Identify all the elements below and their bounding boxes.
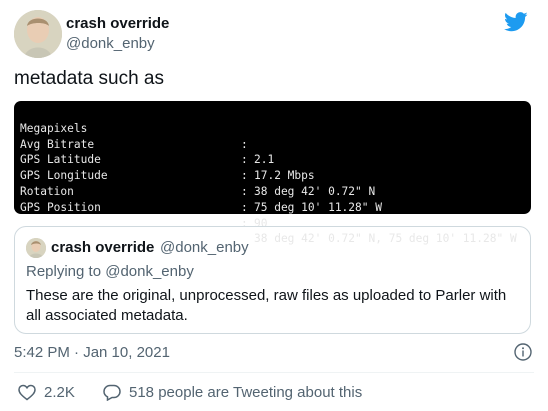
tweet-card: crash override @donk_enby metadata such … <box>0 0 548 411</box>
comment-icon[interactable] <box>103 384 121 401</box>
quoted-tweet[interactable]: crash override @donk_enby Replying to @d… <box>14 226 531 334</box>
tweet-timestamp[interactable]: 5:42 PM · Jan 10, 2021 <box>14 344 170 361</box>
heart-icon[interactable] <box>18 384 36 401</box>
author-avatar[interactable] <box>14 10 62 58</box>
metadata-row: GPS Position : 38 deg 42' 0.72" N, 75 de… <box>20 184 525 246</box>
quoted-tweet-text: These are the original, unprocessed, raw… <box>26 287 507 324</box>
twitter-bird-icon[interactable] <box>504 12 528 32</box>
author-name[interactable]: crash override <box>66 15 169 32</box>
divider <box>14 372 534 373</box>
info-icon[interactable] <box>514 343 532 361</box>
metadata-row: Rotation : 90 <box>20 168 525 230</box>
tweet-text: metadata such as <box>14 68 164 89</box>
metadata-row: GPS Latitude : 38 deg 42' 0.72" N <box>20 137 525 198</box>
quoted-author-name: crash override <box>51 239 155 256</box>
replying-to: Replying to @donk_enby <box>26 263 194 280</box>
like-count[interactable]: 2.2K <box>44 384 75 401</box>
author-handle[interactable]: @donk_enby <box>66 35 155 52</box>
quoted-author-handle: @donk_enby <box>160 239 249 256</box>
metadata-row: Avg Bitrate : 17.2 Mbps <box>20 121 525 183</box>
metadata-row: Megapixels : 2.1 <box>20 105 525 167</box>
metadata-label: GPS Position <box>20 200 101 214</box>
quoted-author-avatar <box>26 238 46 258</box>
metadata-value: 75 deg 10' 11.28" W <box>254 200 382 214</box>
metadata-terminal-image[interactable]: Megapixels : 2.1 Avg Bitrate : 17.2 Mbps… <box>14 101 531 246</box>
tweeting-about-link[interactable]: 518 people are Tweeting about this <box>129 384 362 401</box>
metadata-row: GPS Longitude : 75 deg 10' 11.28" W <box>20 152 525 214</box>
metadata-separator: : <box>241 200 248 214</box>
